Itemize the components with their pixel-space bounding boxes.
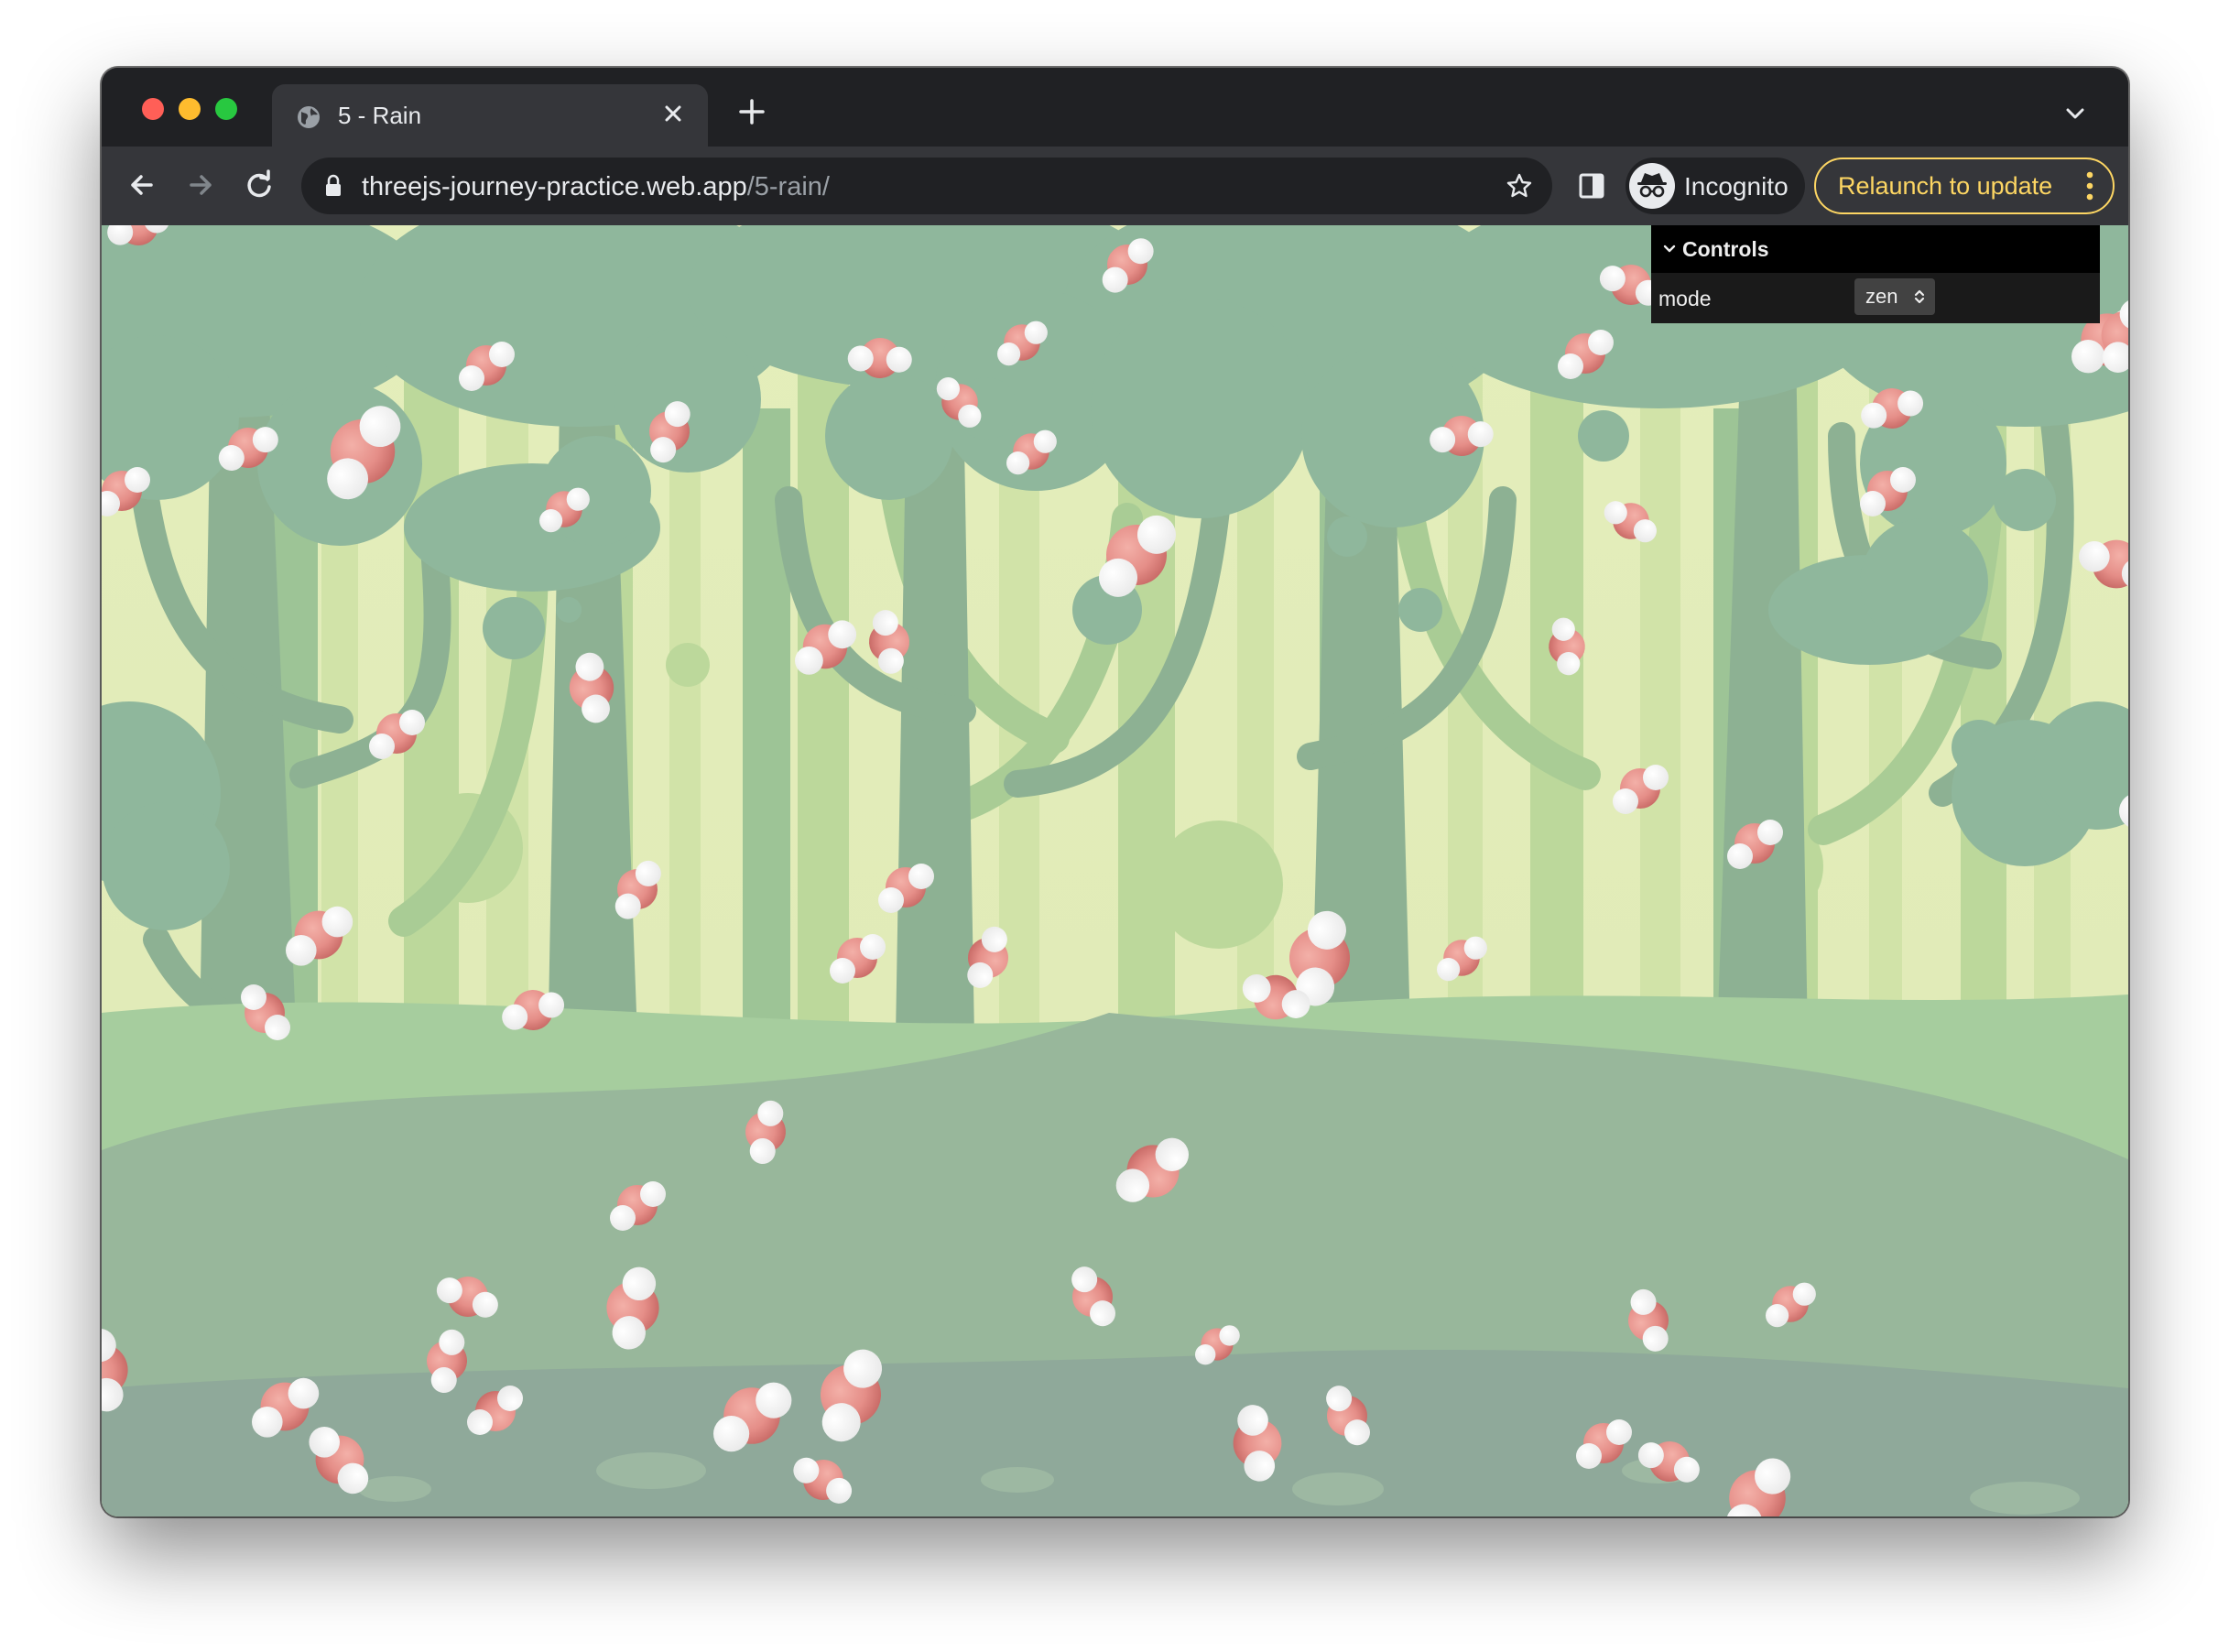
forward-button[interactable] <box>182 167 219 203</box>
controls-panel: Controls mode zen <box>1651 225 2100 323</box>
close-window-button[interactable] <box>142 98 164 120</box>
incognito-icon <box>1629 163 1675 209</box>
chevron-down-icon <box>1663 245 1676 253</box>
chevron-down-icon[interactable] <box>2062 101 2088 126</box>
url-host: threejs-journey-practice.web.app <box>362 172 747 201</box>
browser-window: 5 - Rain threejs-journey-practice.web.ap… <box>102 68 2128 1516</box>
url-path: /5-rain/ <box>746 172 830 201</box>
more-menu-icon[interactable] <box>2085 170 2094 201</box>
address-bar[interactable]: threejs-journey-practice.web.app/5-rain/ <box>301 158 1552 214</box>
new-tab-button[interactable] <box>734 93 770 130</box>
star-icon[interactable] <box>1505 171 1534 201</box>
controls-header[interactable]: Controls <box>1651 225 2100 273</box>
reload-button[interactable] <box>241 167 277 203</box>
url-text[interactable]: threejs-journey-practice.web.app/5-rain/ <box>362 171 830 202</box>
minimize-window-button[interactable] <box>179 98 201 120</box>
webgl-canvas[interactable]: Controls mode zen <box>102 225 2128 1516</box>
controls-title: Controls <box>1682 237 1769 261</box>
incognito-label: Incognito <box>1684 172 1789 201</box>
toolbar: threejs-journey-practice.web.app/5-rain/… <box>102 147 2128 225</box>
close-icon[interactable] <box>658 99 688 128</box>
lock-icon[interactable] <box>323 174 343 198</box>
mode-value: zen <box>1865 285 1898 308</box>
relaunch-label: Relaunch to update <box>1838 172 2053 200</box>
incognito-profile-button[interactable]: Incognito <box>1626 158 1805 214</box>
tab-title: 5 - Rain <box>338 102 422 129</box>
maximize-window-button[interactable] <box>215 98 237 120</box>
mode-select[interactable]: zen <box>1854 278 1935 315</box>
forest-scene <box>102 225 2128 1516</box>
tab-rain[interactable]: 5 - Rain <box>272 84 708 147</box>
side-panel-icon[interactable] <box>1576 170 1607 201</box>
back-button[interactable] <box>124 167 160 203</box>
mode-label: mode <box>1658 287 1712 310</box>
plus-icon <box>739 99 765 125</box>
tab-strip: 5 - Rain <box>102 68 2128 147</box>
globe-icon <box>298 106 320 128</box>
relaunch-to-update-button[interactable]: Relaunch to update <box>1814 158 2115 214</box>
select-arrows-icon <box>1914 289 1925 304</box>
